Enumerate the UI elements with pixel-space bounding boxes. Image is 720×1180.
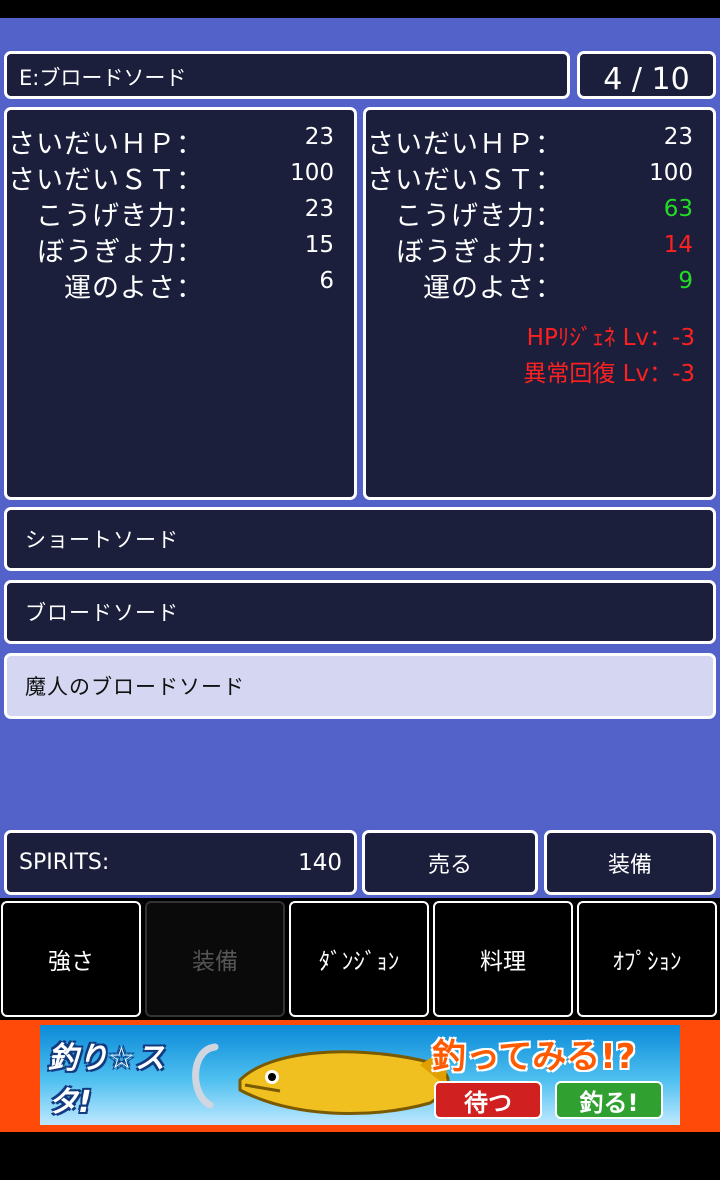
stat-label: こうげき力： bbox=[395, 201, 563, 232]
stat-value: 15 bbox=[304, 232, 334, 258]
nav-tab-label: ｵﾌﾟｼｮﾝ bbox=[612, 949, 682, 975]
stat-label: さいだいＳＴ： bbox=[8, 165, 204, 196]
stat-label: さいだいＨＰ： bbox=[367, 129, 563, 160]
equip-button-label: 装備 bbox=[607, 852, 652, 878]
ad-headline: 釣ってみる!? bbox=[432, 1037, 636, 1077]
nav-tab-strength[interactable]: 強さ bbox=[1, 901, 141, 1017]
current-stats-panel: さいだいＨＰ： 23 さいだいＳＴ： 100 こうげき力： 23 ぼうぎょ力： 15 運のよさ：… bbox=[4, 107, 357, 500]
ad-fish-button[interactable]: 釣る! bbox=[555, 1081, 663, 1119]
preview-stat-row: さいだいＨＰ： 23 bbox=[366, 122, 713, 160]
current-stat-row: さいだいＳＴ： 100 bbox=[7, 158, 354, 196]
weapon-list-item-short-sword[interactable]: ショートソード bbox=[4, 507, 716, 571]
weapon-list-item-demon-broad-sword[interactable]: 魔人のブロードソード bbox=[4, 653, 716, 719]
stat-label: さいだいＳＴ： bbox=[367, 165, 563, 196]
equipped-item-name: E:ブロードソード bbox=[19, 66, 187, 90]
stat-label: ぼうぎょ力： bbox=[396, 237, 563, 268]
ad-wait-button[interactable]: 待つ bbox=[434, 1081, 542, 1119]
preview-stat-row: 運のよさ： 9 bbox=[366, 266, 713, 304]
sell-button-label: 売る bbox=[427, 852, 472, 878]
stat-label: 運のよさ： bbox=[64, 273, 204, 304]
stat-value: 14 bbox=[663, 232, 693, 258]
current-stat-row: ぼうぎょ力： 15 bbox=[7, 230, 354, 268]
stat-value: 100 bbox=[290, 160, 334, 186]
stat-label: こうげき力： bbox=[36, 201, 204, 232]
stat-label: ぼうぎょ力： bbox=[37, 237, 204, 268]
stat-value: 23 bbox=[304, 124, 334, 150]
spirits-label: SPIRITS: bbox=[19, 850, 110, 875]
current-stat-row: さいだいＨＰ： 23 bbox=[7, 122, 354, 160]
preview-extra-effect: HPﾘｼﾞｪﾈ Lv：-3 bbox=[526, 325, 695, 351]
preview-stats-panel: さいだいＨＰ： 23 さいだいＳＴ： 100 こうげき力： 63 ぼうぎょ力： 14 運のよさ：… bbox=[363, 107, 716, 500]
current-stat-row: 運のよさ： 6 bbox=[7, 266, 354, 304]
equip-button[interactable]: 装備 bbox=[544, 830, 716, 895]
nav-tab-dungeon[interactable]: ﾀﾞﾝｼﾞｮﾝ bbox=[289, 901, 429, 1017]
weapon-list-item-broad-sword[interactable]: ブロードソード bbox=[4, 580, 716, 644]
spirits-display: SPIRITS: 140 bbox=[4, 830, 357, 895]
stat-value: 23 bbox=[304, 196, 334, 222]
ad-banner[interactable]: 釣り☆スタ! 釣ってみる!? 待つ 釣る! bbox=[40, 1025, 680, 1125]
nav-tab-label: 強さ bbox=[48, 949, 94, 975]
preview-extra-effect: 異常回復 Lv：-3 bbox=[523, 361, 695, 387]
preview-stat-row: ぼうぎょ力： 14 bbox=[366, 230, 713, 268]
weapon-name: ショートソード bbox=[25, 528, 179, 552]
item-counter: 4 / 10 bbox=[577, 51, 716, 99]
stat-label: さいだいＨＰ： bbox=[8, 129, 204, 160]
nav-tab-equipment[interactable]: 装備 bbox=[145, 901, 285, 1017]
ad-logo: 釣り☆スタ! bbox=[48, 1041, 165, 1120]
weapon-name: ブロードソード bbox=[25, 601, 179, 625]
stat-value: 63 bbox=[663, 196, 693, 222]
sell-button[interactable]: 売る bbox=[362, 830, 538, 895]
stat-label: 運のよさ： bbox=[423, 273, 563, 304]
nav-tab-label: 装備 bbox=[192, 949, 238, 975]
nav-tab-options[interactable]: ｵﾌﾟｼｮﾝ bbox=[577, 901, 717, 1017]
nav-tab-cooking[interactable]: 料理 bbox=[433, 901, 573, 1017]
preview-stat-row: こうげき力： 63 bbox=[366, 194, 713, 232]
spirits-value: 140 bbox=[298, 850, 342, 876]
equipped-item-header: E:ブロードソード bbox=[4, 51, 570, 99]
stat-value: 9 bbox=[678, 268, 693, 294]
item-counter-text: 4 / 10 bbox=[603, 62, 690, 97]
current-stat-row: こうげき力： 23 bbox=[7, 194, 354, 232]
nav-tab-label: ﾀﾞﾝｼﾞｮﾝ bbox=[318, 949, 400, 975]
weapon-name: 魔人のブロードソード bbox=[25, 675, 245, 699]
stat-value: 100 bbox=[649, 160, 693, 186]
nav-tab-label: 料理 bbox=[480, 949, 526, 975]
stat-value: 23 bbox=[663, 124, 693, 150]
preview-stat-row: さいだいＳＴ： 100 bbox=[366, 158, 713, 196]
stat-value: 6 bbox=[319, 268, 334, 294]
